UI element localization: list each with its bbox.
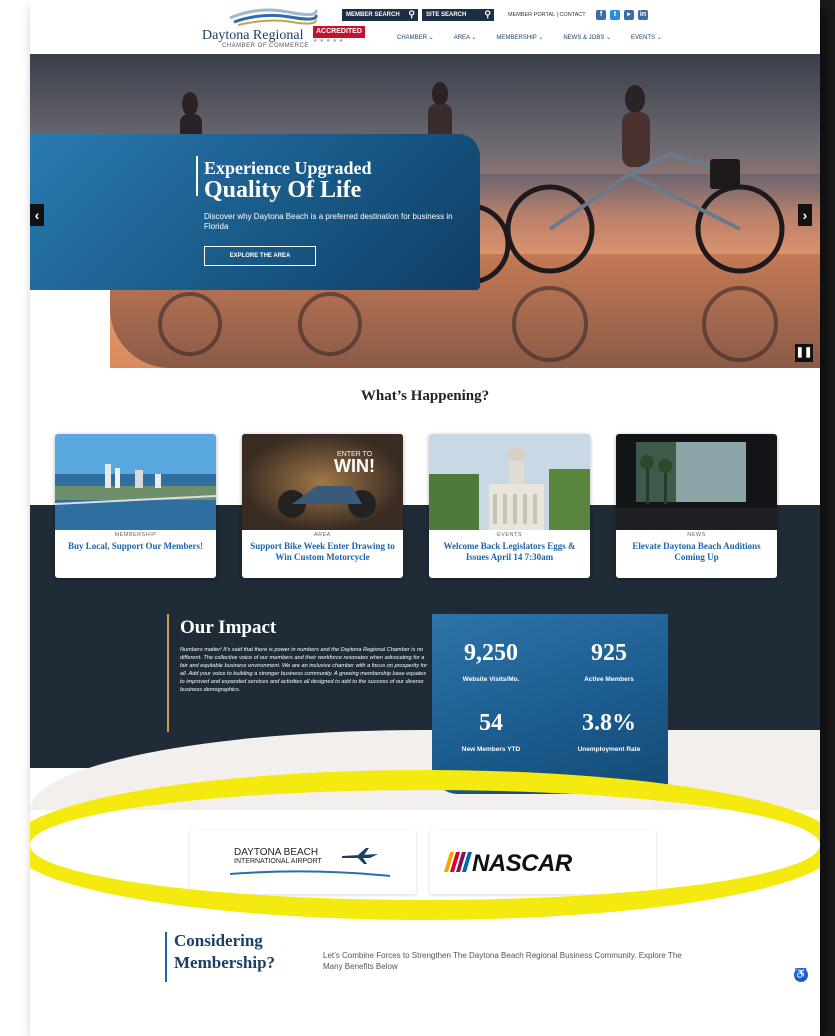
membership-accent-bar bbox=[165, 932, 167, 982]
hero-card: Experience Upgraded Quality Of Life Disc… bbox=[30, 134, 480, 290]
hero-description: Discover why Daytona Beach is a preferre… bbox=[204, 212, 453, 231]
hero-heading: Quality Of Life bbox=[204, 177, 362, 203]
nav-membership[interactable]: MEMBERSHIP ⌄ bbox=[496, 34, 543, 41]
main-nav: CHAMBER ⌄ AREA ⌄ MEMBERSHIP ⌄ NEWS & JOB… bbox=[397, 34, 662, 41]
linkedin-icon[interactable]: in bbox=[638, 10, 648, 20]
page: Daytona Regional CHAMBER OF COMMERCE ACC… bbox=[30, 0, 820, 1036]
nav-events[interactable]: EVENTS ⌄ bbox=[631, 34, 662, 41]
card-title[interactable]: Elevate Daytona Beach Auditions Coming U… bbox=[622, 541, 771, 563]
membership-title-line1: Considering bbox=[174, 931, 263, 950]
card-title[interactable]: Support Bike Week Enter Drawing to Win C… bbox=[248, 541, 397, 563]
site-header: Daytona Regional CHAMBER OF COMMERCE ACC… bbox=[30, 0, 820, 54]
right-frame-edge bbox=[820, 0, 835, 1036]
site-search-label: SITE SEARCH bbox=[426, 12, 467, 18]
nav-area[interactable]: AREA ⌄ bbox=[454, 34, 477, 41]
hero-heading-small: Experience Upgraded bbox=[204, 158, 372, 178]
youtube-icon[interactable]: ▸ bbox=[624, 10, 634, 20]
card-category: NEWS bbox=[687, 532, 706, 538]
card-category: AREA bbox=[314, 532, 331, 538]
site-search-input[interactable]: SITE SEARCH ⚲ bbox=[422, 9, 494, 21]
logo-subtitle: CHAMBER OF COMMERCE bbox=[222, 43, 309, 49]
member-search-label: MEMBER SEARCH bbox=[346, 12, 400, 18]
impact-stats-panel: 9,250 Website Visits/Mo. 925 Active Memb… bbox=[432, 614, 668, 794]
highlight-annotation bbox=[30, 770, 820, 920]
card-image-motorcycle: ENTER TO WIN! bbox=[242, 434, 403, 530]
pause-icon[interactable]: ❚❚ bbox=[795, 344, 813, 362]
news-card[interactable]: EVENTS Welcome Back Legislators Eggs & I… bbox=[429, 434, 590, 578]
membership-description: Let’s Combine Forces to Strengthen The D… bbox=[323, 951, 682, 971]
impact-title: Our Impact bbox=[180, 617, 277, 638]
section-title: What’s Happening? bbox=[360, 388, 490, 404]
stat-value: 54 bbox=[479, 710, 503, 736]
card-image-capitol bbox=[429, 434, 590, 530]
membership-title: Considering Membership? bbox=[174, 930, 275, 974]
accredited-stars: ★★★★★ bbox=[313, 38, 346, 44]
card-image-stage bbox=[616, 434, 777, 530]
card-title[interactable]: Buy Local, Support Our Members! bbox=[61, 541, 210, 552]
explore-area-button[interactable]: EXPLORE THE AREA bbox=[204, 246, 316, 266]
nav-news-jobs[interactable]: NEWS & JOBS ⌄ bbox=[563, 34, 611, 41]
nav-chamber[interactable]: CHAMBER ⌄ bbox=[397, 34, 434, 41]
stat-label: New Members YTD bbox=[461, 746, 521, 753]
search-icon[interactable]: ⚲ bbox=[408, 8, 415, 20]
search-icon[interactable]: ⚲ bbox=[484, 8, 491, 20]
left-margin bbox=[0, 0, 30, 1036]
stat-value: 925 bbox=[591, 640, 627, 666]
card-title[interactable]: Welcome Back Legislators Eggs & Issues A… bbox=[435, 541, 584, 563]
membership-title-line2: Membership? bbox=[174, 953, 276, 972]
hero-slider: Experience Upgraded Quality Of Life Disc… bbox=[30, 54, 820, 368]
accredited-badge: ACCREDITED bbox=[313, 26, 365, 38]
stat-label: Active Members bbox=[584, 676, 634, 683]
logo-name: Daytona Regional bbox=[202, 28, 304, 43]
card-image-waterfront bbox=[55, 434, 216, 530]
impact-accent-bar bbox=[167, 614, 169, 732]
card-category: EVENTS bbox=[496, 532, 522, 538]
stat-value: 9,250 bbox=[464, 640, 518, 666]
hero-accent-bar bbox=[196, 156, 198, 196]
chevron-right-icon[interactable]: › bbox=[798, 204, 812, 226]
news-card[interactable]: NEWS Elevate Daytona Beach Auditions Com… bbox=[616, 434, 777, 578]
chevron-left-icon[interactable]: ‹ bbox=[30, 204, 44, 226]
facebook-icon[interactable]: f bbox=[596, 10, 606, 20]
news-card[interactable]: MEMBERSHIP Buy Local, Support Our Member… bbox=[55, 434, 216, 578]
news-card[interactable]: ENTER TO WIN! AREA Support Bike Week Ent… bbox=[242, 434, 403, 578]
member-search-input[interactable]: MEMBER SEARCH ⚲ bbox=[342, 9, 418, 21]
logo-swoosh-icon bbox=[229, 8, 318, 26]
card-image-caption: WIN! bbox=[334, 456, 375, 476]
accessibility-icon[interactable]: ♿ bbox=[794, 968, 808, 982]
stat-value: 3.8% bbox=[582, 710, 636, 736]
twitter-icon[interactable]: t bbox=[610, 10, 620, 20]
top-links[interactable]: MEMBER PORTAL | CONTACT bbox=[508, 12, 586, 18]
impact-description: Numbers matter! It’s said that there is … bbox=[180, 647, 428, 693]
stat-label: Website Visits/Mo. bbox=[462, 676, 520, 683]
stat-label: Unemployment Rate bbox=[577, 746, 641, 753]
card-category: MEMBERSHIP bbox=[114, 532, 157, 538]
